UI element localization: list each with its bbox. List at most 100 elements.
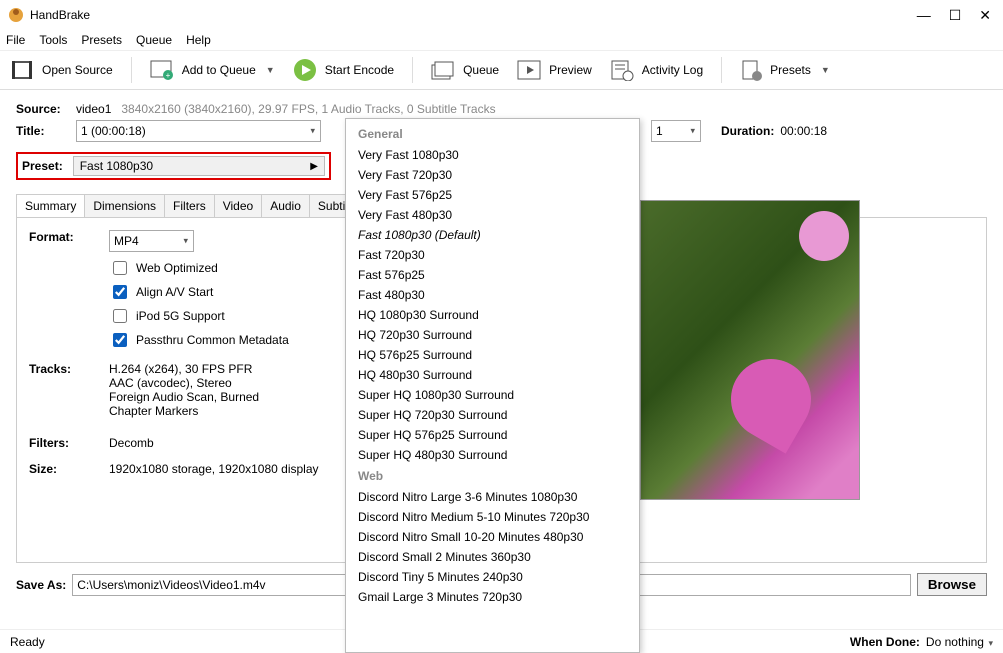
popup-heading-web: Web — [346, 465, 639, 487]
passthru-label: Passthru Common Metadata — [136, 333, 289, 347]
preset-option[interactable]: Super HQ 1080p30 Surround — [346, 385, 639, 405]
close-button[interactable]: ✕ — [979, 7, 991, 24]
format-select[interactable]: MP4 — [109, 230, 194, 252]
preset-highlighted: Preset: Fast 1080p30 ▶ — [16, 152, 331, 180]
preset-option[interactable]: Discord Tiny 5 Minutes 240p30 — [346, 567, 639, 587]
start-encode-label: Start Encode — [325, 63, 394, 77]
filters-value: Decomb — [109, 436, 154, 450]
preview-thumbnail — [640, 200, 860, 500]
menu-queue[interactable]: Queue — [136, 33, 172, 47]
preset-option[interactable]: Discord Nitro Large 3-6 Minutes 1080p30 — [346, 487, 639, 507]
maximize-button[interactable]: ☐ — [949, 7, 962, 24]
preset-option[interactable]: Gmail Large 3 Minutes 720p30 — [346, 587, 639, 607]
document-gear-icon — [740, 59, 762, 81]
stack-icon — [431, 59, 455, 81]
preset-option[interactable]: Very Fast 720p30 — [346, 165, 639, 185]
presets-label: Presets — [770, 63, 811, 77]
flower-shape — [716, 344, 825, 453]
chevron-down-icon[interactable]: ▼ — [821, 65, 830, 75]
preset-option[interactable]: HQ 480p30 Surround — [346, 365, 639, 385]
window-titlebar: HandBrake — ☐ ✕ — [0, 0, 1003, 30]
toolbar-separator — [412, 57, 413, 83]
popup-heading-general: General — [346, 123, 639, 145]
saveas-label: Save As: — [16, 578, 66, 592]
preset-option[interactable]: Very Fast 480p30 — [346, 205, 639, 225]
range-end-select[interactable]: 1 — [651, 120, 701, 142]
size-label: Size: — [29, 462, 109, 476]
window-title: HandBrake — [30, 8, 917, 22]
preset-dropdown[interactable]: Fast 1080p30 ▶ — [73, 156, 325, 176]
format-label: Format: — [29, 230, 109, 252]
menu-bar: File Tools Presets Queue Help — [0, 30, 1003, 50]
film-icon — [10, 59, 34, 81]
source-info: 3840x2160 (3840x2160), 29.97 FPS, 1 Audi… — [121, 102, 495, 116]
preset-option[interactable]: Super HQ 480p30 Surround — [346, 445, 639, 465]
app-icon — [8, 7, 24, 23]
size-value: 1920x1080 storage, 1920x1080 display — [109, 462, 319, 476]
preset-popup: General Very Fast 1080p30Very Fast 720p3… — [345, 118, 640, 653]
tab-dimensions[interactable]: Dimensions — [84, 194, 165, 217]
list-clock-icon — [610, 59, 634, 81]
web-optimized-label: Web Optimized — [136, 261, 218, 275]
presets-button[interactable]: Presets ▼ — [740, 59, 830, 81]
chevron-down-icon[interactable]: ▼ — [266, 65, 275, 75]
source-label: Source: — [16, 102, 76, 116]
duration-value: 00:00:18 — [780, 124, 827, 138]
toolbar: Open Source + Add to Queue ▼ Start Encod… — [0, 50, 1003, 90]
minimize-button[interactable]: — — [917, 7, 931, 24]
tab-filters[interactable]: Filters — [164, 194, 215, 217]
preset-option[interactable]: Very Fast 1080p30 — [346, 145, 639, 165]
browse-button[interactable]: Browse — [917, 573, 987, 596]
duration-label: Duration: — [721, 124, 774, 138]
queue-label: Queue — [463, 63, 499, 77]
preset-option[interactable]: HQ 576p25 Surround — [346, 345, 639, 365]
triangle-right-icon: ▶ — [310, 161, 318, 172]
preset-option[interactable]: Fast 576p25 — [346, 265, 639, 285]
add-to-queue-button[interactable]: + Add to Queue ▼ — [150, 59, 275, 81]
when-done-dropdown[interactable]: Do nothing ▾ — [926, 635, 993, 649]
web-optimized-checkbox[interactable] — [113, 261, 127, 275]
title-select[interactable]: 1 (00:00:18) — [76, 120, 321, 142]
align-av-label: Align A/V Start — [136, 285, 213, 299]
toolbar-separator — [721, 57, 722, 83]
toolbar-separator — [131, 57, 132, 83]
open-source-label: Open Source — [42, 63, 113, 77]
tab-video[interactable]: Video — [214, 194, 262, 217]
preset-option[interactable]: Discord Nitro Medium 5-10 Minutes 720p30 — [346, 507, 639, 527]
flower-shape — [799, 211, 849, 261]
filters-label: Filters: — [29, 436, 109, 450]
preset-label: Preset: — [22, 159, 63, 173]
preset-option[interactable]: Super HQ 576p25 Surround — [346, 425, 639, 445]
menu-presets[interactable]: Presets — [81, 33, 122, 47]
menu-file[interactable]: File — [6, 33, 25, 47]
passthru-checkbox[interactable] — [113, 333, 127, 347]
queue-button[interactable]: Queue — [431, 59, 499, 81]
preset-option[interactable]: HQ 720p30 Surround — [346, 325, 639, 345]
preset-option[interactable]: Very Fast 576p25 — [346, 185, 639, 205]
ipod-checkbox[interactable] — [113, 309, 127, 323]
preset-option[interactable]: HQ 1080p30 Surround — [346, 305, 639, 325]
when-done-value: Do nothing — [926, 635, 984, 649]
open-source-button[interactable]: Open Source — [10, 59, 113, 81]
start-encode-button[interactable]: Start Encode — [293, 58, 394, 82]
menu-tools[interactable]: Tools — [39, 33, 67, 47]
source-row: Source: video1 3840x2160 (3840x2160), 29… — [16, 102, 987, 116]
preset-option[interactable]: Fast 480p30 — [346, 285, 639, 305]
menu-help[interactable]: Help — [186, 33, 211, 47]
ipod-label: iPod 5G Support — [136, 309, 225, 323]
title-label: Title: — [16, 124, 76, 138]
svg-text:+: + — [165, 71, 170, 80]
preset-option[interactable]: Super HQ 720p30 Surround — [346, 405, 639, 425]
when-done-label: When Done: — [850, 635, 920, 649]
preset-option[interactable]: Fast 1080p30 (Default) — [346, 225, 639, 245]
chevron-down-icon: ▾ — [986, 638, 993, 648]
align-av-checkbox[interactable] — [113, 285, 127, 299]
preset-option[interactable]: Discord Small 2 Minutes 360p30 — [346, 547, 639, 567]
preview-button[interactable]: Preview — [517, 59, 592, 81]
preset-option[interactable]: Fast 720p30 — [346, 245, 639, 265]
preset-option[interactable]: Discord Nitro Small 10-20 Minutes 480p30 — [346, 527, 639, 547]
tab-summary[interactable]: Summary — [16, 194, 85, 217]
tab-audio[interactable]: Audio — [261, 194, 310, 217]
picture-plus-icon: + — [150, 59, 174, 81]
activity-log-button[interactable]: Activity Log — [610, 59, 703, 81]
